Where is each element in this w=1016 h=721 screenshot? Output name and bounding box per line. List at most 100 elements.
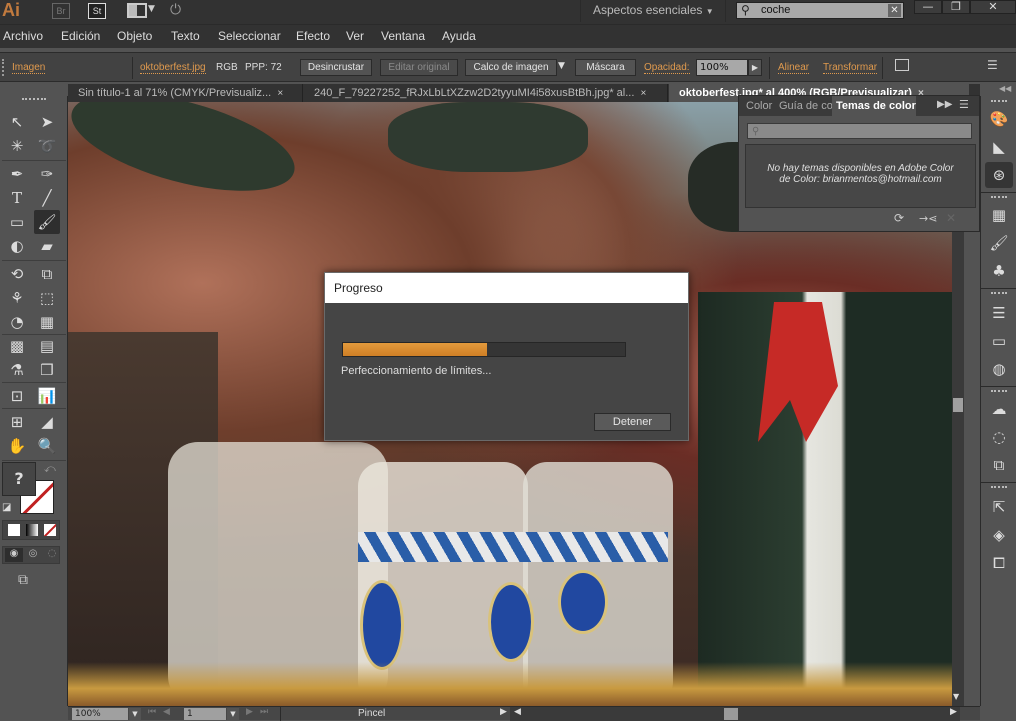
draw-inside-icon[interactable]: ◌ xyxy=(43,548,61,562)
layers-icon[interactable]: ◈ xyxy=(985,522,1013,548)
scroll-down-icon[interactable]: ▼ xyxy=(953,692,959,701)
default-fill-stroke-icon[interactable]: ◪ xyxy=(2,502,11,513)
search-input[interactable]: coche xyxy=(736,2,904,19)
hand-tool-icon[interactable]: ✋ xyxy=(4,434,30,458)
close-icon[interactable]: × xyxy=(641,88,647,99)
align-link[interactable]: Alinear xyxy=(778,62,810,74)
tab-color[interactable]: Color xyxy=(746,96,772,116)
zoom-tool-icon[interactable]: 🔍 xyxy=(34,434,60,458)
lasso-tool-icon[interactable]: ➰ xyxy=(34,134,60,158)
magic-wand-tool-icon[interactable]: ✳ xyxy=(4,134,30,158)
grip-handle[interactable] xyxy=(991,486,1007,490)
transform-link[interactable]: Transformar xyxy=(823,62,878,74)
restore-button[interactable]: ❐ xyxy=(942,0,970,14)
grip-handle[interactable] xyxy=(2,59,5,76)
screen-mode-icon[interactable]: ⧉ xyxy=(18,572,28,588)
trace-preset-dropdown-icon[interactable]: ▼ xyxy=(558,61,565,71)
stop-button[interactable]: Detener xyxy=(594,413,671,431)
refresh-icon[interactable]: ⟳ xyxy=(894,211,904,225)
status-menu-icon[interactable]: ▶ xyxy=(500,707,507,717)
line-tool-icon[interactable]: ╱ xyxy=(34,186,60,210)
expand-panel-icon[interactable]: ▶▶ xyxy=(937,99,952,110)
opacity-label[interactable]: Opacidad: xyxy=(644,62,690,74)
fill-swatch-unknown[interactable]: ? xyxy=(2,462,36,496)
share-icon[interactable]: →⋖ xyxy=(919,212,937,225)
unembed-button[interactable]: Desincrustar xyxy=(300,59,372,76)
eraser-tool-icon[interactable]: ▰ xyxy=(34,234,60,258)
appearance-icon[interactable]: ◌ xyxy=(985,424,1013,450)
grip-handle[interactable] xyxy=(22,98,46,101)
themes-search-input[interactable]: ⚲ xyxy=(747,123,972,139)
color-guide-icon[interactable]: ◣ xyxy=(985,134,1013,160)
menu-seleccionar[interactable]: Seleccionar xyxy=(218,29,281,43)
opacity-slider-button[interactable]: ▶ xyxy=(748,59,762,76)
previous-artboard-icon[interactable]: ◀ xyxy=(163,707,170,717)
color-button[interactable] xyxy=(8,524,20,536)
menu-archivo[interactable]: Archivo xyxy=(3,29,43,43)
menu-ventana[interactable]: Ventana xyxy=(381,29,425,43)
clear-search-icon[interactable]: ✕ xyxy=(888,4,901,17)
filename-link[interactable]: oktoberfest.jpg xyxy=(140,62,206,74)
minimize-button[interactable]: — xyxy=(914,0,942,14)
zoom-dropdown-icon[interactable]: ▼ xyxy=(129,708,141,720)
puppet-warp-tool-icon[interactable]: ⚘ xyxy=(4,286,30,310)
grip-handle[interactable] xyxy=(991,292,1007,296)
arrange-documents-icon[interactable] xyxy=(127,3,147,18)
sync-power-icon[interactable]: ⏻ xyxy=(170,2,181,18)
scale-tool-icon[interactable]: ⧉ xyxy=(34,262,60,286)
slice-tool-icon[interactable]: ◢ xyxy=(34,410,60,434)
paintbrush-tool-icon[interactable]: 🖌 xyxy=(34,210,60,234)
first-artboard-icon[interactable]: ⏮ xyxy=(148,707,156,717)
direct-selection-tool-icon[interactable]: ➤ xyxy=(34,110,60,134)
artboard-dropdown-icon[interactable]: ▼ xyxy=(227,708,239,720)
mask-button[interactable]: Máscara xyxy=(575,59,636,76)
scroll-left-icon[interactable]: ◀ xyxy=(514,707,521,717)
close-window-button[interactable]: ✕ xyxy=(970,0,1016,14)
artboards-icon[interactable]: ⧠ xyxy=(985,550,1013,576)
artboard-tool-icon[interactable]: ⊞ xyxy=(4,410,30,434)
tab-document-1[interactable]: Sin título-1 al 71% (CMYK/Previsualiz...… xyxy=(68,84,303,102)
panel-menu-icon[interactable]: ☰ xyxy=(959,98,969,111)
column-graph-tool-icon[interactable]: 📊 xyxy=(34,384,60,408)
close-icon[interactable]: × xyxy=(277,88,283,99)
shape-builder-tool-icon[interactable]: ◔ xyxy=(4,310,30,334)
zoom-level-input[interactable]: 100% xyxy=(72,708,128,720)
perspective-grid-tool-icon[interactable]: ▦ xyxy=(34,310,60,334)
symbol-sprayer-tool-icon[interactable]: ⊡ xyxy=(4,384,30,408)
grip-handle[interactable] xyxy=(991,390,1007,394)
rectangle-tool-icon[interactable]: ▭ xyxy=(4,210,30,234)
delete-theme-icon[interactable]: ✕ xyxy=(946,211,956,225)
workspace-switcher[interactable]: Aspectos esenciales ▼ xyxy=(593,3,714,17)
type-tool-icon[interactable]: T xyxy=(4,186,30,210)
menu-ver[interactable]: Ver xyxy=(346,29,364,43)
last-artboard-icon[interactable]: ⏭ xyxy=(260,707,268,717)
blend-tool-icon[interactable]: ❒ xyxy=(34,358,60,382)
menu-ayuda[interactable]: Ayuda xyxy=(442,29,476,43)
pen-tool-icon[interactable]: ✒ xyxy=(4,162,30,186)
swatches-icon[interactable]: ▦ xyxy=(985,202,1013,228)
bridge-button[interactable]: Br xyxy=(52,3,70,19)
color-themes-icon[interactable]: ⊛ xyxy=(985,162,1013,188)
tab-color-themes[interactable]: Temas de color xyxy=(832,96,916,116)
graphic-styles-icon[interactable]: ⧉ xyxy=(985,452,1013,478)
export-asset-icon[interactable]: ⇱ xyxy=(985,494,1013,520)
menu-efecto[interactable]: Efecto xyxy=(296,29,330,43)
curvature-tool-icon[interactable]: ✑ xyxy=(34,162,60,186)
scroll-right-icon[interactable]: ▶ xyxy=(950,707,957,717)
collapse-dock-icon[interactable]: ◀◀ xyxy=(999,84,1011,93)
opacity-input[interactable]: 100% xyxy=(696,59,748,76)
tab-document-2[interactable]: 240_F_79227252_fRJxLbLtXZzw2D2tyyuMI4i58… xyxy=(304,84,668,102)
gradient-icon[interactable]: ▭ xyxy=(985,328,1013,354)
menu-edicion[interactable]: Edición xyxy=(61,29,100,43)
menu-objeto[interactable]: Objeto xyxy=(117,29,152,43)
transparency-icon[interactable]: ◍ xyxy=(985,356,1013,382)
next-artboard-icon[interactable]: ▶ xyxy=(246,707,253,717)
isolate-object-icon[interactable] xyxy=(895,59,909,71)
object-type-link[interactable]: Imagen xyxy=(12,62,46,74)
chevron-down-icon[interactable]: ▼ xyxy=(148,4,155,14)
creative-cloud-libraries-icon[interactable]: ☁ xyxy=(985,396,1013,422)
swap-fill-stroke-icon[interactable]: ⤺ xyxy=(44,462,56,476)
draw-normal-icon[interactable]: ◉ xyxy=(5,548,23,562)
symbols-icon[interactable]: ♣ xyxy=(985,258,1013,284)
artboard-number-input[interactable]: 1 xyxy=(184,708,226,720)
